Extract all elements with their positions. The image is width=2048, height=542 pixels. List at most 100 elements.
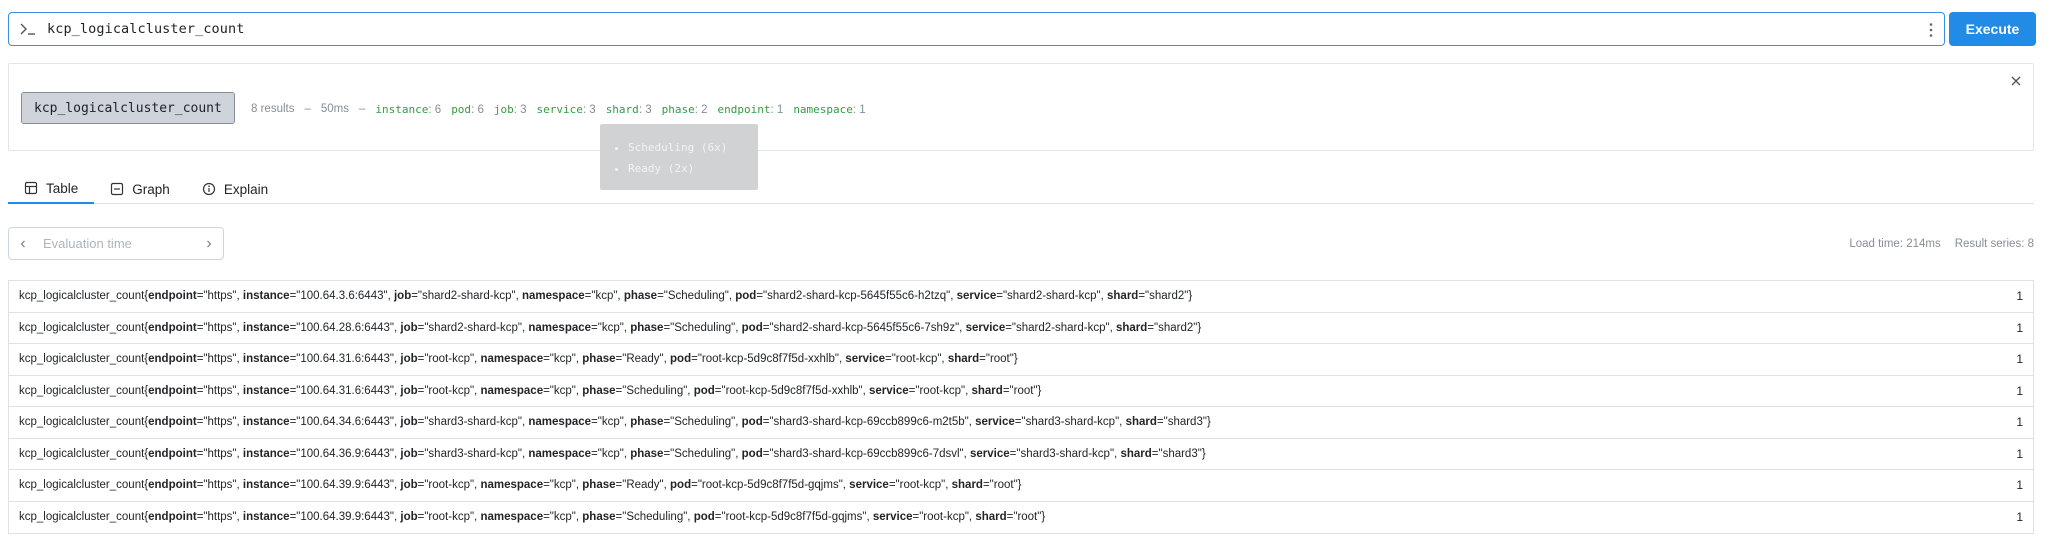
table-row: kcp_logicalcluster_count{endpoint="https… (9, 407, 2033, 439)
evaluation-time-input[interactable]: Evaluation time (37, 236, 195, 251)
more-options-icon[interactable] (1928, 22, 1934, 38)
label-key: job (400, 384, 418, 397)
series-labels: kcp_logicalcluster_count{endpoint="https… (19, 416, 1211, 429)
label-name: pod (451, 103, 472, 116)
label-key: namespace (528, 416, 592, 429)
table-row: kcp_logicalcluster_count{endpoint="https… (9, 281, 2033, 313)
label-key: shard (1107, 290, 1139, 303)
load-time: Load time: 214ms (1849, 238, 1941, 250)
label-key: service (965, 321, 1006, 334)
label-key: pod (741, 416, 763, 429)
result-tabs: Table Graph Explain (8, 174, 2034, 204)
label-summary-list: instance: 6 pod: 6 job: 3 service: 3 shard: … (375, 103, 865, 116)
label-key: endpoint (148, 447, 197, 460)
label-key: pod (741, 447, 763, 460)
label-key: job (400, 447, 418, 460)
query-bar: kcp_logicalcluster_count Execute (8, 12, 2036, 46)
label-name: namespace (793, 103, 853, 116)
label-key: endpoint (148, 384, 197, 397)
series-labels: kcp_logicalcluster_count{endpoint="https… (19, 321, 1202, 334)
series-value: 1 (2016, 478, 2023, 493)
label-count: : 1 (770, 104, 784, 116)
label-key: namespace (521, 290, 585, 303)
close-icon[interactable] (2009, 74, 2023, 88)
tab-label: Graph (132, 181, 170, 197)
label-key: pod (693, 384, 715, 397)
chevron-left-icon[interactable] (9, 228, 37, 259)
table-row: kcp_logicalcluster_count{endpoint="https… (9, 502, 2033, 534)
tab-table[interactable]: Table (8, 174, 95, 204)
label-summary-instance[interactable]: instance: 6 (375, 103, 441, 116)
label-name: service (536, 103, 583, 116)
series-labels: kcp_logicalcluster_count{endpoint="https… (19, 384, 1042, 397)
table-row: kcp_logicalcluster_count{endpoint="https… (9, 470, 2033, 502)
label-key: phase (582, 511, 616, 524)
label-key: endpoint (148, 511, 197, 524)
chevron-right-icon[interactable] (195, 228, 223, 259)
label-key: job (400, 511, 418, 524)
load-info: Load time: 214ms Result series: 8 (1849, 238, 2034, 250)
label-key: phase (582, 353, 616, 366)
label-key: phase (582, 384, 616, 397)
label-key: endpoint (148, 321, 197, 334)
evaluation-time-picker[interactable]: Evaluation time (8, 227, 224, 260)
separator: – (304, 103, 311, 115)
label-key: namespace (528, 321, 592, 334)
label-key: endpoint (148, 479, 197, 492)
label-key: instance (242, 479, 290, 492)
metric-node[interactable]: kcp_logicalcluster_count (21, 92, 235, 124)
label-summary-phase[interactable]: phase: 2 (662, 103, 708, 116)
label-key: service (869, 384, 909, 397)
label-name: endpoint (717, 103, 771, 116)
result-stats: 8 results – 50ms – instance: 6 pod: 6 job:… (251, 103, 866, 116)
table-row: kcp_logicalcluster_count{endpoint="https… (9, 439, 2033, 470)
label-summary-service[interactable]: service: 3 (537, 103, 596, 116)
label-key: pod (670, 479, 692, 492)
query-input[interactable]: kcp_logicalcluster_count (8, 12, 1945, 46)
query-expression[interactable]: kcp_logicalcluster_count (47, 21, 244, 37)
label-key: phase (630, 447, 664, 460)
label-key: instance (242, 447, 290, 460)
series-value: 1 (2016, 289, 2023, 304)
label-summary-endpoint[interactable]: endpoint: 1 (718, 103, 784, 116)
label-key: pod (735, 290, 757, 303)
label-summary-job[interactable]: job: 3 (494, 103, 527, 116)
label-key: pod (741, 321, 763, 334)
label-key: phase (623, 290, 658, 303)
tab-label: Table (46, 180, 79, 196)
label-count: : 3 (513, 104, 527, 116)
series-value: 1 (2016, 446, 2023, 461)
execute-button[interactable]: Execute (1949, 12, 2036, 46)
label-key: service (849, 479, 889, 492)
label-key: shard (975, 511, 1007, 524)
label-key: instance (242, 416, 290, 429)
table-row: kcp_logicalcluster_count{endpoint="https… (9, 344, 2033, 376)
table-row: kcp_logicalcluster_count{endpoint="https… (9, 313, 2033, 344)
tab-explain[interactable]: Explain (186, 174, 284, 204)
tab-graph[interactable]: Graph (94, 174, 186, 204)
graph-icon (111, 182, 124, 196)
label-key: shard (1120, 447, 1152, 460)
terminal-prompt-icon (20, 23, 35, 35)
label-summary-shard[interactable]: shard: 3 (606, 103, 652, 116)
label-key: instance (242, 321, 290, 334)
label-key: namespace (480, 353, 544, 366)
label-name: shard (605, 103, 639, 116)
label-key: job (400, 479, 418, 492)
series-value: 1 (2016, 320, 2023, 335)
label-key: phase (582, 479, 616, 492)
label-key: phase (630, 321, 664, 334)
label-key: namespace (480, 511, 544, 524)
label-key: job (400, 353, 418, 366)
label-key: phase (630, 416, 664, 429)
query-duration: 50ms (320, 103, 349, 115)
result-count: 8 results (251, 103, 295, 115)
label-summary-namespace[interactable]: namespace: 1 (793, 103, 865, 116)
label-key: service (975, 416, 1015, 429)
label-key: job (393, 290, 412, 303)
label-summary-pod[interactable]: pod: 6 (451, 103, 484, 116)
label-key: endpoint (148, 353, 197, 366)
label-key: job (400, 416, 418, 429)
label-key: endpoint (148, 416, 197, 429)
label-count: : 6 (428, 104, 442, 116)
